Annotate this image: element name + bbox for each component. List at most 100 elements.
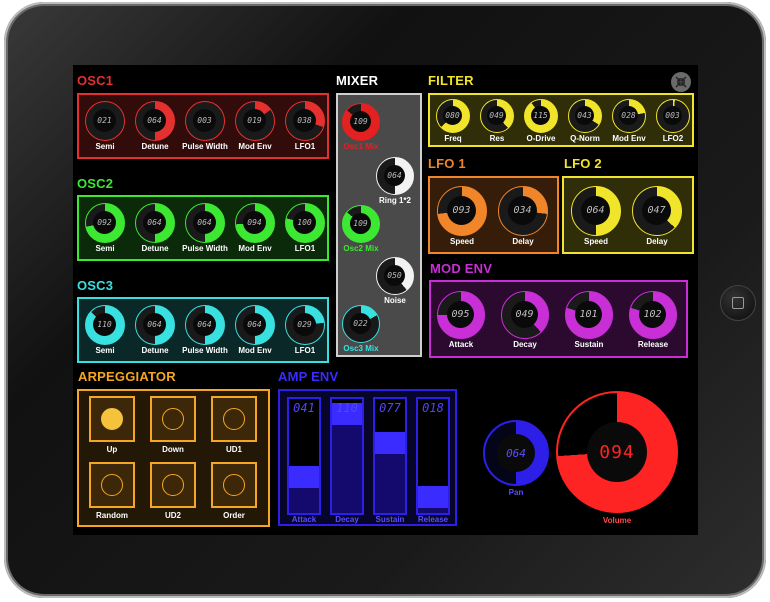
filter-res-knob[interactable]: 049 (480, 99, 514, 133)
lfo1-speed-label: Speed (449, 237, 474, 246)
home-button[interactable] (720, 285, 756, 321)
collapse-button[interactable] (671, 72, 691, 92)
lfo1-delay-label: Delay (512, 237, 534, 246)
osc2-lfo1-knob[interactable]: 100 (285, 203, 325, 243)
lfo2-delay-knob[interactable]: 047 (632, 186, 682, 236)
modenv-attack-knob[interactable]: 095 (437, 291, 485, 339)
fader-thumb[interactable] (375, 432, 405, 454)
mixer-noise-knob[interactable]: 050 (376, 257, 414, 295)
volume-knob[interactable]: 094 (556, 391, 678, 513)
pan-label: Pan (508, 488, 524, 497)
mixer-osc2-mix-label: Osc2 Mix (343, 244, 379, 253)
filter-mod-env-knob[interactable]: 028 (612, 99, 646, 133)
mixer-panel: 109 Osc1 Mix 064 Ring 1*2 109 Osc2 Mix 050 Nois… (336, 93, 422, 357)
filter-lfo2-label: LFO2 (662, 134, 684, 143)
mixer-osc3-mix-knob[interactable]: 022 (342, 305, 380, 343)
osc2-pulse-width-value: 064 (193, 211, 216, 234)
osc3-lfo1-value: 029 (293, 313, 316, 336)
modenv-sustain-knob[interactable]: 101 (565, 291, 613, 339)
volume-value: 094 (587, 422, 647, 482)
arp-button-random[interactable] (89, 462, 135, 508)
filter-title: FILTER (428, 73, 474, 88)
arp-indicator-icon (101, 474, 123, 496)
ampenv-decay-value: 110 (336, 401, 358, 415)
lfo2-speed-knob[interactable]: 064 (571, 186, 621, 236)
arp-button-order[interactable] (211, 462, 257, 508)
osc1-detune-value: 064 (143, 109, 166, 132)
fader-thumb[interactable] (289, 466, 319, 488)
mixer-ring-1-2-label: Ring 1*2 (378, 196, 411, 205)
arp-button-ud1[interactable] (211, 396, 257, 442)
modenv-decay-knob[interactable]: 049 (501, 291, 549, 339)
osc2-detune-knob[interactable]: 064 (135, 203, 175, 243)
arp-button-ud2[interactable] (150, 462, 196, 508)
mixer-ring-1-2-knob[interactable]: 064 (376, 157, 414, 195)
filter-q-norm-knob[interactable]: 043 (568, 99, 602, 133)
filter-lfo2-knob[interactable]: 003 (656, 99, 690, 133)
osc2-semi-value: 092 (93, 211, 116, 234)
osc1-semi-value: 021 (93, 109, 116, 132)
fader-track (332, 414, 362, 513)
modenv-release-value: 102 (639, 301, 666, 328)
arp-indicator-icon (223, 474, 245, 496)
osc1-pulse-width-value: 003 (193, 109, 216, 132)
lfo1-title: LFO 1 (428, 156, 466, 171)
osc2-semi-knob[interactable]: 092 (85, 203, 125, 243)
modenv-sustain-value: 101 (575, 301, 602, 328)
fader-thumb[interactable] (418, 486, 448, 508)
lfo1-delay-knob[interactable]: 034 (498, 186, 548, 236)
modenv-panel: 095 Attack 049 Decay 101 Sustain 102 Release (429, 280, 688, 358)
mixer-title: MIXER (336, 73, 379, 88)
ampenv-release-value: 018 (422, 401, 444, 415)
osc3-semi-knob[interactable]: 110 (85, 305, 125, 345)
pan-value: 064 (497, 434, 535, 472)
ampenv-panel: 041 Attack 110 Decay 077 Sustain 018 Release (278, 389, 457, 526)
mixer-osc3-mix-value: 022 (350, 313, 371, 334)
mixer-ring-1-2-value: 064 (384, 165, 405, 186)
lfo1-panel: 093 Speed 034 Delay (428, 176, 559, 254)
osc1-lfo1-knob[interactable]: 038 (285, 101, 325, 141)
mixer-osc3-mix-label: Osc3 Mix (343, 344, 379, 353)
osc2-mod-env-knob[interactable]: 094 (235, 203, 275, 243)
modenv-release-knob[interactable]: 102 (629, 291, 677, 339)
osc1-title: OSC1 (77, 73, 114, 88)
ampenv-sustain-value: 077 (379, 401, 401, 415)
osc3-title: OSC3 (77, 278, 114, 293)
mixer-osc1-mix-label: Osc1 Mix (343, 142, 379, 151)
osc1-mod-env-value: 019 (243, 109, 266, 132)
osc1-panel: 021 Semi 064 Detune 003 Pulse Width 019 Mod Env… (77, 93, 329, 159)
arp-button-up[interactable] (89, 396, 135, 442)
lfo2-speed-value: 064 (581, 196, 610, 225)
lfo2-speed-label: Speed (583, 237, 608, 246)
modenv-decay-label: Decay (513, 340, 537, 349)
home-button-icon (732, 297, 744, 309)
osc1-mod-env-knob[interactable]: 019 (235, 101, 275, 141)
osc3-lfo1-knob[interactable]: 029 (285, 305, 325, 345)
osc3-panel: 110 Semi 064 Detune 064 Pulse Width 064 Mod Env… (77, 297, 329, 363)
osc1-pulse-width-knob[interactable]: 003 (185, 101, 225, 141)
lfo2-delay-label: Delay (646, 237, 668, 246)
modenv-attack-label: Attack (448, 340, 474, 349)
osc3-mod-env-knob[interactable]: 064 (235, 305, 275, 345)
lfo2-title: LFO 2 (564, 156, 602, 171)
osc3-detune-knob[interactable]: 064 (135, 305, 175, 345)
osc1-detune-knob[interactable]: 064 (135, 101, 175, 141)
osc3-mod-env-value: 064 (243, 313, 266, 336)
osc2-panel: 092 Semi 064 Detune 064 Pulse Width 094 Mod Env… (77, 195, 329, 261)
osc2-detune-value: 064 (143, 211, 166, 234)
osc2-pulse-width-knob[interactable]: 064 (185, 203, 225, 243)
pan-control: 064 Pan (483, 420, 551, 500)
osc1-semi-knob[interactable]: 021 (85, 101, 125, 141)
ampenv-attack-value: 041 (293, 401, 315, 415)
osc3-pulse-width-knob[interactable]: 064 (185, 305, 225, 345)
lfo1-speed-knob[interactable]: 093 (437, 186, 487, 236)
mixer-osc2-mix-knob[interactable]: 109 (342, 205, 380, 243)
arp-button-down[interactable] (150, 396, 196, 442)
filter-freq-knob[interactable]: 080 (436, 99, 470, 133)
mixer-osc1-mix-knob[interactable]: 109 (342, 103, 380, 141)
arp-label-down: Down (162, 445, 184, 454)
modenv-sustain-label: Sustain (574, 340, 604, 349)
ampenv-title: AMP ENV (278, 369, 339, 384)
pan-knob[interactable]: 064 (483, 420, 549, 486)
filter-o-drive-knob[interactable]: 115 (524, 99, 558, 133)
